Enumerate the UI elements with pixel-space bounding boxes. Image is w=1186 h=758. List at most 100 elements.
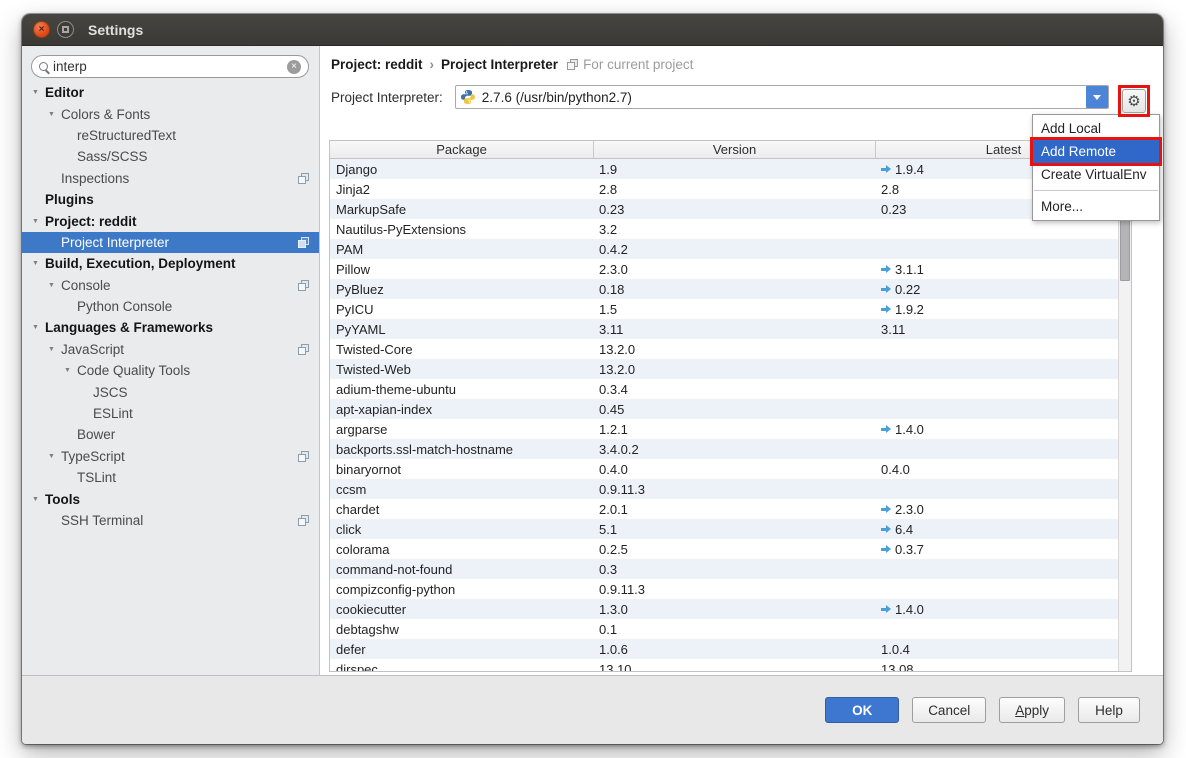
- tree-item-label: Python Console: [77, 299, 172, 314]
- sidebar-item-sass-scss[interactable]: ▼Sass/SCSS: [22, 146, 319, 167]
- clear-icon[interactable]: ×: [287, 60, 301, 74]
- per-project-settings-icon: [298, 515, 309, 526]
- tree-expand-arrow-icon[interactable]: ▼: [32, 218, 45, 225]
- packages-table: PackageVersionLatest Django1.91.9.4Jinja…: [329, 140, 1132, 672]
- sidebar-item-project-reddit[interactable]: ▼Project: reddit: [22, 210, 319, 231]
- package-row-click[interactable]: click5.16.4: [330, 519, 1118, 539]
- latest-version-text: 0.4.0: [881, 462, 910, 477]
- tree-expand-arrow-icon[interactable]: ▼: [48, 453, 61, 460]
- tree-expand-arrow-icon[interactable]: ▼: [32, 324, 45, 331]
- package-row-compizconfig-python[interactable]: compizconfig-python0.9.11.3: [330, 579, 1118, 599]
- menu-item-create-virtualenv[interactable]: Create VirtualEnv: [1033, 163, 1159, 186]
- package-row-twisted-web[interactable]: Twisted-Web13.2.0: [330, 359, 1118, 379]
- package-row-nautilus-pyextensions[interactable]: Nautilus-PyExtensions3.2: [330, 219, 1118, 239]
- sidebar-item-jscs[interactable]: ▼JSCS: [22, 381, 319, 402]
- tree-expand-arrow-icon[interactable]: ▼: [32, 496, 45, 503]
- package-row-apt-xapian-index[interactable]: apt-xapian-index0.45: [330, 399, 1118, 419]
- tree-expand-arrow-icon[interactable]: ▼: [48, 282, 61, 289]
- tree-expand-arrow-icon[interactable]: ▼: [64, 367, 77, 374]
- package-name: backports.ssl-match-hostname: [330, 442, 594, 457]
- sidebar-item-tools[interactable]: ▼Tools: [22, 488, 319, 509]
- cancel-button[interactable]: Cancel: [912, 697, 986, 723]
- package-row-markupsafe[interactable]: MarkupSafe0.230.23: [330, 199, 1118, 219]
- package-name: ccsm: [330, 482, 594, 497]
- package-row-twisted-core[interactable]: Twisted-Core13.2.0: [330, 339, 1118, 359]
- package-row-defer[interactable]: defer1.0.61.0.4: [330, 639, 1118, 659]
- breadcrumb: Project: reddit › Project Interpreter Fo…: [320, 46, 1163, 72]
- close-icon[interactable]: ×: [33, 21, 50, 38]
- help-button[interactable]: Help: [1078, 697, 1140, 723]
- project-interpreter-panel: Project: reddit › Project Interpreter Fo…: [320, 46, 1163, 675]
- package-row-jinja2[interactable]: Jinja22.82.8: [330, 179, 1118, 199]
- package-name: Django: [330, 162, 594, 177]
- interpreter-combobox[interactable]: 2.7.6 (/usr/bin/python2.7): [455, 85, 1109, 109]
- package-row-debtagshw[interactable]: debtagshw0.1: [330, 619, 1118, 639]
- sidebar-item-inspections[interactable]: ▼Inspections: [22, 168, 319, 189]
- breadcrumb-page: Project Interpreter: [441, 57, 558, 72]
- apply-button[interactable]: Apply: [999, 697, 1065, 723]
- settings-search-box[interactable]: ×: [31, 55, 309, 78]
- upgrade-arrow-icon: [881, 288, 886, 291]
- column-header-version: Version: [594, 141, 876, 158]
- sidebar-item-colors-fonts[interactable]: ▼Colors & Fonts: [22, 103, 319, 124]
- sidebar-item-code-quality-tools[interactable]: ▼Code Quality Tools: [22, 360, 319, 381]
- sidebar-item-console[interactable]: ▼Console: [22, 275, 319, 296]
- package-row-colorama[interactable]: colorama0.2.50.3.7: [330, 539, 1118, 559]
- latest-version-text: 1.4.0: [895, 422, 924, 437]
- tree-item-label: Languages & Frameworks: [45, 320, 213, 335]
- sidebar-item-eslint[interactable]: ▼ESLint: [22, 403, 319, 424]
- gear-menu: Add LocalAdd RemoteCreate VirtualEnv More…: [1032, 114, 1160, 221]
- sidebar-item-python-console[interactable]: ▼Python Console: [22, 296, 319, 317]
- package-row-cookiecutter[interactable]: cookiecutter1.3.01.4.0: [330, 599, 1118, 619]
- menu-item-more[interactable]: More...: [1033, 195, 1159, 218]
- package-name: MarkupSafe: [330, 202, 594, 217]
- sidebar-item-javascript[interactable]: ▼JavaScript: [22, 339, 319, 360]
- tree-expand-arrow-icon[interactable]: ▼: [48, 346, 61, 353]
- package-row-django[interactable]: Django1.91.9.4: [330, 159, 1118, 179]
- combo-dropdown-icon[interactable]: [1086, 86, 1108, 108]
- maximize-icon[interactable]: [57, 21, 74, 38]
- package-row-adium-theme-ubuntu[interactable]: adium-theme-ubuntu0.3.4: [330, 379, 1118, 399]
- package-name: PyYAML: [330, 322, 594, 337]
- package-row-ccsm[interactable]: ccsm0.9.11.3: [330, 479, 1118, 499]
- sidebar-item-ssh-terminal[interactable]: ▼SSH Terminal: [22, 510, 319, 531]
- package-name: click: [330, 522, 594, 537]
- package-version: 0.4.2: [594, 242, 876, 257]
- sidebar-item-project-interpreter[interactable]: ▼Project Interpreter: [22, 232, 319, 253]
- package-row-pam[interactable]: PAM0.4.2: [330, 239, 1118, 259]
- package-row-dirspec[interactable]: dirspec13.1013.08: [330, 659, 1118, 671]
- python-icon: [460, 89, 476, 105]
- search-input[interactable]: [53, 59, 287, 74]
- package-row-argparse[interactable]: argparse1.2.11.4.0: [330, 419, 1118, 439]
- package-row-binaryornot[interactable]: binaryornot0.4.00.4.0: [330, 459, 1118, 479]
- gear-icon[interactable]: ⚙: [1122, 89, 1146, 113]
- package-row-pyyaml[interactable]: PyYAML3.113.11: [330, 319, 1118, 339]
- package-row-pillow[interactable]: Pillow2.3.03.1.1: [330, 259, 1118, 279]
- upgrade-arrow-icon: [881, 308, 886, 311]
- sidebar-item-languages-frameworks[interactable]: ▼Languages & Frameworks: [22, 317, 319, 338]
- sidebar-item-plugins[interactable]: ▼Plugins: [22, 189, 319, 210]
- table-scrollbar-track[interactable]: [1118, 159, 1131, 671]
- tree-expand-arrow-icon[interactable]: ▼: [32, 89, 45, 96]
- upgrade-arrow-icon: [881, 268, 886, 271]
- menu-item-add-local[interactable]: Add Local: [1033, 117, 1159, 140]
- sidebar-item-tslint[interactable]: ▼TSLint: [22, 467, 319, 488]
- package-latest: 13.08: [876, 662, 1118, 672]
- sidebar-item-typescript[interactable]: ▼TypeScript: [22, 446, 319, 467]
- tree-expand-arrow-icon[interactable]: ▼: [48, 111, 61, 118]
- package-row-pyicu[interactable]: PyICU1.51.9.2: [330, 299, 1118, 319]
- ok-button[interactable]: OK: [825, 697, 899, 723]
- sidebar-item-bower[interactable]: ▼Bower: [22, 424, 319, 445]
- sidebar-item-build-execution-deployment[interactable]: ▼Build, Execution, Deployment: [22, 253, 319, 274]
- package-row-pybluez[interactable]: PyBluez0.180.22: [330, 279, 1118, 299]
- tree-expand-arrow-icon[interactable]: ▼: [32, 260, 45, 267]
- sidebar-item-restructuredtext[interactable]: ▼reStructuredText: [22, 125, 319, 146]
- package-row-command-not-found[interactable]: command-not-found0.3: [330, 559, 1118, 579]
- menu-item-add-remote[interactable]: Add Remote: [1033, 140, 1159, 163]
- package-name: apt-xapian-index: [330, 402, 594, 417]
- package-version: 3.11: [594, 322, 876, 337]
- package-latest: 1.9.2: [876, 302, 1118, 317]
- package-row-backports-ssl-match-hostname[interactable]: backports.ssl-match-hostname3.4.0.2: [330, 439, 1118, 459]
- sidebar-item-editor[interactable]: ▼Editor: [22, 82, 319, 103]
- package-row-chardet[interactable]: chardet2.0.12.3.0: [330, 499, 1118, 519]
